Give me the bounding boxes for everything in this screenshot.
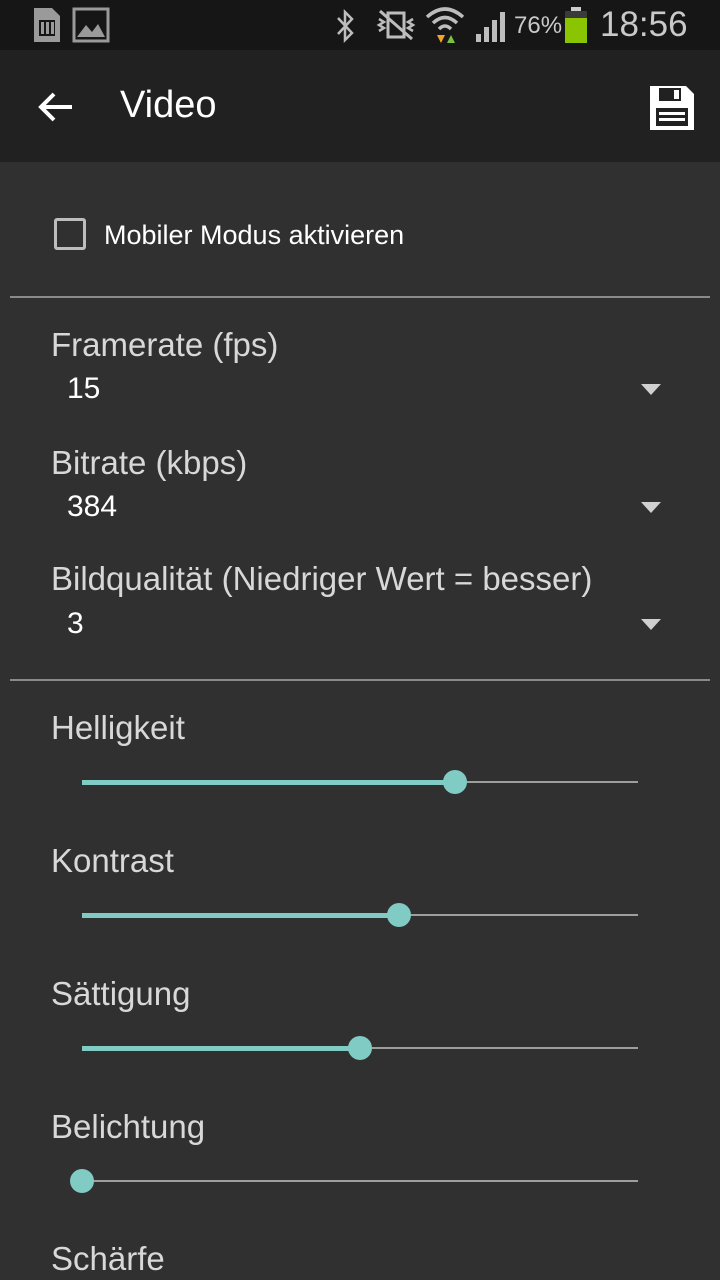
vibrate-icon <box>376 9 416 46</box>
dropdown-arrow-icon <box>641 384 661 395</box>
slider-fill <box>82 1046 360 1051</box>
slider-thumb[interactable] <box>70 1169 94 1193</box>
status-bar: 76% 18:56 <box>0 0 720 50</box>
wifi-icon <box>425 5 465 50</box>
mobile-mode-checkbox-row[interactable]: Mobiler Modus aktivieren <box>40 204 680 268</box>
slider-thumb[interactable] <box>348 1036 372 1060</box>
settings-content: Mobiler Modus aktivieren Framerate (fps)… <box>0 162 720 1280</box>
mobile-mode-label: Mobiler Modus aktivieren <box>104 220 405 250</box>
brightness-slider[interactable] <box>70 762 650 802</box>
bitrate-spinner[interactable]: 384 <box>51 484 671 534</box>
slider-thumb[interactable] <box>386 903 411 927</box>
arrow-back-icon <box>36 90 76 129</box>
slider-fill <box>82 913 399 918</box>
framerate-spinner[interactable]: 15 <box>51 366 671 416</box>
exposure-label: Belichtung <box>51 1108 206 1145</box>
dropdown-arrow-icon <box>641 502 661 513</box>
slider-thumb[interactable] <box>442 770 467 794</box>
contrast-label: Kontrast <box>51 842 174 879</box>
save-icon <box>648 84 696 137</box>
toolbar: Video <box>0 50 720 162</box>
battery-percent: 76% <box>514 12 563 39</box>
back-button[interactable] <box>22 74 90 138</box>
quality-label: Bildqualität (Niedriger Wert = besser) <box>51 560 593 597</box>
saturation-label: Sättigung <box>51 975 191 1012</box>
save-button[interactable] <box>640 76 704 140</box>
bitrate-value: 384 <box>67 490 118 523</box>
divider <box>10 679 710 681</box>
sd-card-icon <box>26 6 62 49</box>
bluetooth-icon <box>334 8 358 48</box>
contrast-slider[interactable] <box>70 895 650 935</box>
battery-icon <box>563 6 589 49</box>
brightness-label: Helligkeit <box>51 709 185 746</box>
bitrate-label: Bitrate (kbps) <box>51 444 248 481</box>
clock: 18:56 <box>600 5 688 44</box>
dropdown-arrow-icon <box>641 619 661 630</box>
framerate-label: Framerate (fps) <box>51 326 279 363</box>
image-icon <box>72 7 110 48</box>
mobile-mode-checkbox[interactable] <box>54 218 86 250</box>
sharpness-label: Schärfe <box>51 1240 165 1277</box>
page-title: Video <box>120 84 217 126</box>
slider-fill <box>82 780 455 785</box>
saturation-slider[interactable] <box>70 1028 650 1068</box>
divider <box>10 296 710 298</box>
exposure-slider[interactable] <box>70 1161 650 1201</box>
signal-icon <box>474 8 510 47</box>
framerate-value: 15 <box>67 372 101 405</box>
quality-value: 3 <box>67 607 84 640</box>
quality-spinner[interactable]: 3 <box>51 601 671 651</box>
